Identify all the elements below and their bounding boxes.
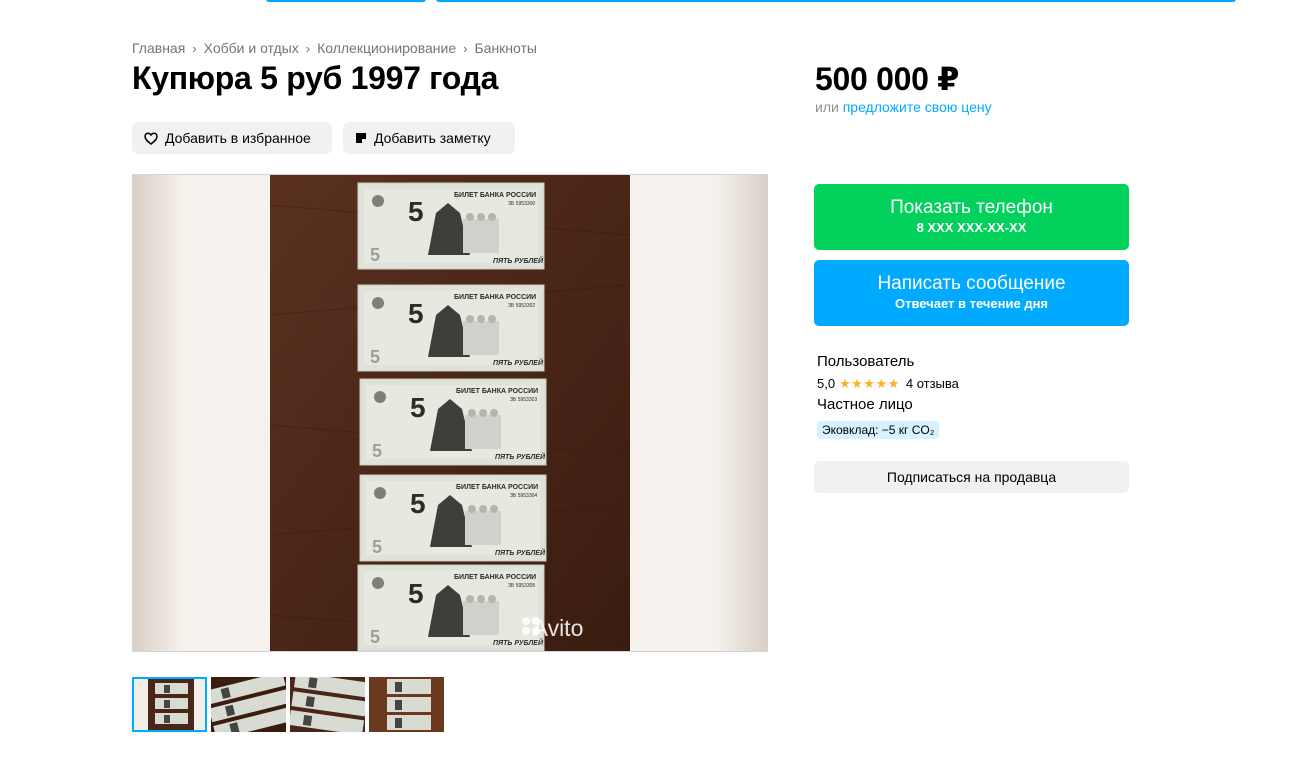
add-to-favorites-label: Добавить в избранное (165, 130, 311, 146)
header-search-segment (436, 0, 1236, 2)
heart-icon (144, 131, 158, 145)
banknotes-photo: 5 БИЛЕТ БАНКА РОССИИ ЗБ 5953300 ПЯТЬ РУБЛЕЙ… (269, 175, 631, 651)
banknote-denomination: 5 (408, 578, 424, 609)
offer-price-link[interactable]: предложите свою цену (843, 99, 992, 115)
emblem-icon (372, 297, 384, 309)
breadcrumb-item-banknotes[interactable]: Банкноты (474, 40, 537, 56)
banknote-serial: ЗБ 5953302 (508, 303, 535, 309)
banknote-watermark-denomination: 5 (370, 245, 380, 265)
banknote-issuer: БИЛЕТ БАНКА РОССИИ (454, 192, 536, 199)
show-phone-label: Показать телефон (890, 197, 1053, 218)
banknote-issuer: БИЛЕТ БАНКА РОССИИ (454, 294, 536, 301)
chevron-right-icon: › (192, 40, 197, 56)
banknote-watermark-denomination: 5 (372, 441, 382, 461)
breadcrumb-item-home[interactable]: Главная (132, 40, 185, 56)
thumbnail-3[interactable] (290, 677, 365, 732)
rating-stars-icon: ★★★★★ (839, 376, 900, 391)
seller-rating: 5,0 ★★★★★ 4 отзыва (817, 374, 959, 394)
banknote-issuer: БИЛЕТ БАНКА РОССИИ (456, 388, 538, 395)
banknote-denomination: 5 (410, 392, 426, 423)
emblem-icon (374, 391, 386, 403)
banknote-serial: ЗБ 5953304 (510, 493, 537, 499)
banknote-issuer: БИЛЕТ БАНКА РОССИИ (454, 574, 536, 581)
add-note-button[interactable]: Добавить заметку (343, 122, 515, 154)
seller-name[interactable]: Пользователь (817, 352, 959, 372)
header-bar-segment (266, 0, 426, 2)
banknote: 5 БИЛЕТ БАНКА РОССИИ ЗБ 5953304 ПЯТЬ РУБЛЕЙ… (359, 474, 547, 562)
emblem-icon (374, 487, 386, 499)
seller-info: Пользователь 5,0 ★★★★★ 4 отзыва Частное … (817, 352, 959, 439)
offer-prefix: или (815, 99, 839, 115)
banknote-issuer: БИЛЕТ БАНКА РОССИИ (456, 484, 538, 491)
add-note-label: Добавить заметку (374, 130, 491, 146)
banknote: 5 БИЛЕТ БАНКА РОССИИ ЗБ 5953303 ПЯТЬ РУБЛЕЙ… (359, 378, 547, 466)
breadcrumb: Главная › Хобби и отдых › Коллекциониров… (132, 40, 537, 56)
subscribe-seller-button[interactable]: Подписаться на продавца (814, 461, 1129, 493)
banknote-stack: 5 БИЛЕТ БАНКА РОССИИ ЗБ 5953300 ПЯТЬ РУБЛЕЙ… (357, 182, 547, 651)
rating-value: 5,0 (817, 376, 836, 391)
eco-badge[interactable]: Эковклад: −5 кг CO₂ (817, 421, 940, 439)
banknote-denomination: 5 (410, 488, 426, 519)
chevron-right-icon: › (463, 40, 468, 56)
show-phone-button[interactable]: Показать телефон 8 XXX XXX-XX-XX (814, 184, 1129, 250)
banknote-words: ПЯТЬ РУБЛЕЙ (493, 358, 544, 367)
banknote-watermark-denomination: 5 (370, 627, 380, 647)
write-message-button[interactable]: Написать сообщение Отвечает в течение дн… (814, 260, 1129, 326)
thumbnail-2[interactable] (211, 677, 286, 732)
thumbnail-4[interactable] (369, 677, 444, 732)
banknote-watermark-denomination: 5 (370, 347, 380, 367)
banknote-words: ПЯТЬ РУБЛЕЙ (493, 256, 544, 265)
banknote: 5БИЛЕТ БАНКА РОССИИЗБ 5953305ПЯТЬ РУБЛЕЙ… (357, 564, 545, 651)
banknote-serial: ЗБ 5953303 (510, 397, 537, 403)
reviews-link[interactable]: 4 отзыва (906, 374, 959, 394)
write-message-label: Написать сообщение (877, 273, 1066, 294)
note-icon (355, 132, 367, 144)
emblem-icon (372, 577, 384, 589)
main-photo[interactable]: 5 БИЛЕТ БАНКА РОССИИ ЗБ 5953300 ПЯТЬ РУБЛЕЙ… (132, 174, 768, 652)
seller-type: Частное лицо (817, 396, 913, 413)
chevron-right-icon: › (305, 40, 311, 56)
banknote-words: ПЯТЬ РУБЛЕЙ (495, 452, 546, 461)
listing-title: Купюра 5 руб 1997 года (132, 60, 499, 96)
response-time: Отвечает в течение дня (894, 296, 1049, 311)
banknote-watermark-denomination: 5 (372, 537, 382, 557)
banknote-words: ПЯТЬ РУБЛЕЙ (495, 548, 546, 557)
thumbnail-strip (132, 677, 448, 732)
listing-price: 500 000 ₽ (815, 61, 960, 97)
add-to-favorites-button[interactable]: Добавить в избранное (132, 122, 332, 154)
offer-price-line: или предложите свою цену (815, 99, 992, 115)
banknote-serial: ЗБ 5953300 (508, 201, 535, 207)
masked-phone: 8 XXX XXX-XX-XX (916, 220, 1027, 235)
avito-watermark: Avito (533, 615, 584, 641)
banknote: 5 БИЛЕТ БАНКА РОССИИ ЗБ 5953300 ПЯТЬ РУБЛЕЙ… (357, 182, 545, 270)
breadcrumb-item-collecting[interactable]: Коллекционирование (317, 40, 456, 56)
thumbnail-1[interactable] (132, 677, 207, 732)
breadcrumb-item-hobby[interactable]: Хобби и отдых (204, 40, 299, 56)
banknote-denomination: 5 (408, 196, 424, 227)
banknote: 5 БИЛЕТ БАНКА РОССИИ ЗБ 5953302 ПЯТЬ РУБЛЕЙ… (357, 284, 545, 372)
banknote-denomination: 5 (408, 298, 424, 329)
banknote-serial: ЗБ 5953305 (508, 583, 535, 589)
emblem-icon (372, 195, 384, 207)
